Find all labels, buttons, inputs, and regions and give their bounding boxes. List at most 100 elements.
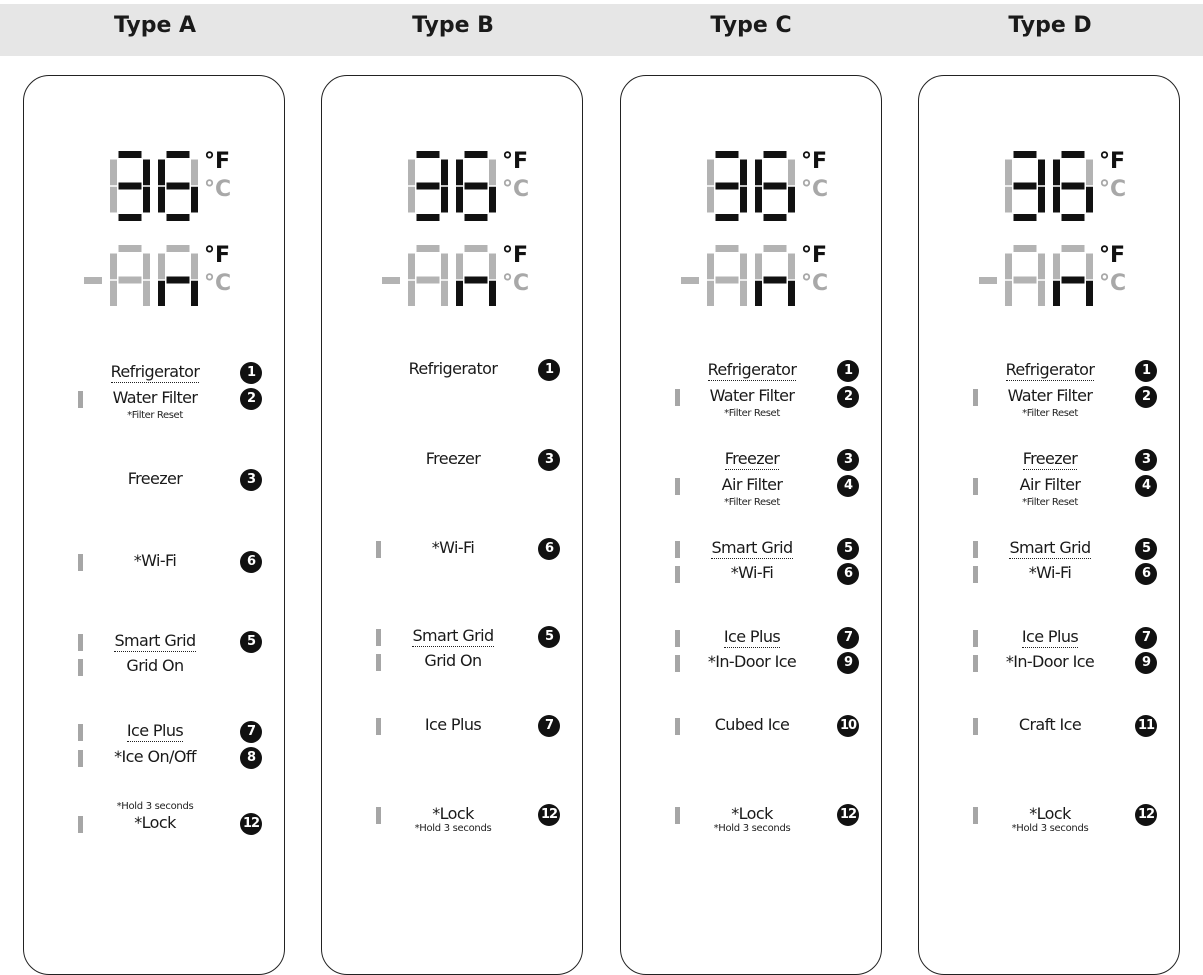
freezer-unit-f: °F <box>1099 243 1125 268</box>
fridge-digit-tens-seg-e <box>1005 186 1012 213</box>
callout-number: 7 <box>240 721 262 743</box>
fridge-digit-ones-seg-d <box>166 214 190 221</box>
freezer-digit-tens-seg-b <box>441 253 448 280</box>
control-label-text: *Lock <box>1029 804 1071 823</box>
freezer-digit-ones-seg-g <box>166 276 190 284</box>
fridge-digit-tens-seg-d <box>715 214 739 221</box>
fridge-digit-ones-seg-d <box>763 214 787 221</box>
control-label-text: Craft Ice <box>1018 715 1082 734</box>
control-label: Freezer <box>950 449 1150 470</box>
freezer-digit-tens-seg-g <box>416 276 440 284</box>
freezer-digit-ones-seg-e <box>158 280 165 306</box>
control-label: *Ice On/Off <box>55 747 255 766</box>
control-label: Freezer <box>55 469 255 488</box>
control-row: *Ice On/Off 8 <box>24 747 286 771</box>
control-label: Water Filter <box>55 388 255 407</box>
control-row: *In-Door Ice 9 <box>919 652 1181 676</box>
fridge-digit-ones-seg-b <box>788 159 795 186</box>
freezer-digit-tens-seg-c <box>1038 280 1045 306</box>
control-row: *Wi-Fi 6 <box>24 551 286 575</box>
control-row: Ice Plus 7 <box>621 627 883 651</box>
control-label-text: Smart Grid <box>711 538 793 559</box>
fridge-digit-tens-seg-c <box>1038 186 1045 213</box>
freezer-digit-tens-seg-a <box>416 245 440 252</box>
control-panel: °F °C °F °C Refrigerator 1 Water Filter *Filter… <box>918 75 1180 975</box>
freezer-digit-ones-seg-g <box>1061 276 1085 284</box>
callout-number: 7 <box>538 715 560 737</box>
callout-number: 2 <box>240 388 262 410</box>
freezer-digit-tens-seg-f <box>110 253 117 280</box>
control-row: Refrigerator 1 <box>919 360 1181 384</box>
control-label-text: *Ice On/Off <box>114 747 196 766</box>
fridge-digit-ones-seg-g <box>1061 182 1085 190</box>
freezer-minus-sign <box>979 277 997 284</box>
fridge-digit-tens-seg-a <box>416 151 440 158</box>
callout-number: 3 <box>837 449 859 471</box>
control-row: Smart Grid 5 <box>24 631 286 655</box>
control-row: Smart Grid 5 <box>322 626 584 650</box>
fridge-digit-ones-seg-c <box>191 186 198 213</box>
control-panel: °F °C °F °C Refrigerator 1 Freezer 3 *Wi-Fi 6 Smar… <box>321 75 583 975</box>
control-label-text: *Lock <box>134 813 176 832</box>
freezer-digit-tens-seg-a <box>1013 245 1037 252</box>
freezer-digit-ones-seg-g <box>464 276 488 284</box>
control-label-text: *Wi-Fi <box>1028 563 1072 582</box>
control-label-text: Cubed Ice <box>714 715 790 734</box>
control-label: Air Filter <box>950 475 1150 494</box>
filter-reset-note: *Filter Reset <box>724 408 780 419</box>
control-label: Water Filter <box>652 386 852 405</box>
callout-number: 1 <box>240 362 262 384</box>
control-row: Ice Plus 7 <box>24 721 286 745</box>
control-label-text: Freezer <box>127 469 183 488</box>
hold-note: *Hold 3 seconds <box>1011 823 1089 834</box>
temperature-display: °F °C °F °C <box>979 149 1126 306</box>
control-label-text: *In-Door Ice <box>707 652 797 671</box>
freezer-unit-c: °C <box>1099 271 1126 296</box>
control-label: *Wi-Fi <box>652 563 852 582</box>
fridge-digit-tens-seg-b <box>740 159 747 186</box>
fridge-digit-ones-seg-b <box>191 159 198 186</box>
control-label: Craft Ice <box>950 715 1150 734</box>
fridge-digit-tens-seg-a <box>715 151 739 158</box>
control-label-text: *Wi-Fi <box>431 538 475 557</box>
freezer-digit-ones-seg-e <box>755 280 762 306</box>
callout-number: 4 <box>1135 475 1157 497</box>
callout-number: 5 <box>1135 538 1157 560</box>
temperature-display: °F °C °F °C <box>382 149 529 306</box>
freezer-digit-ones-seg-f <box>456 253 463 280</box>
hold-note: *Hold 3 seconds <box>116 801 194 812</box>
control-label-text: *Lock <box>731 804 773 823</box>
fridge-digit-ones-seg-e <box>755 186 762 213</box>
control-label: Refrigerator <box>950 360 1150 381</box>
panel-title: Type D <box>1008 13 1092 38</box>
fridge-digit-tens-seg-d <box>118 214 142 221</box>
control-label-text: *Wi-Fi <box>730 563 774 582</box>
control-label: Grid On <box>353 651 553 670</box>
fridge-digit-tens-seg-b <box>441 159 448 186</box>
fridge-digit-ones-seg-f <box>755 159 762 186</box>
freezer-unit-c: °C <box>801 271 828 296</box>
control-panel: °F °C °F °C Refrigerator 1 Water Filter *Filter… <box>23 75 285 975</box>
fridge-digit-ones-seg-c <box>1086 186 1093 213</box>
fridge-digit-ones-seg-b <box>1086 159 1093 186</box>
control-panel: °F °C °F °C Refrigerator 1 Water Filter *Filter… <box>620 75 882 975</box>
callout-number: 5 <box>240 631 262 653</box>
freezer-digit-ones-seg-a <box>464 245 488 252</box>
control-row: Smart Grid 5 <box>919 538 1181 562</box>
fridge-digit-ones-seg-f <box>158 159 165 186</box>
control-label: Ice Plus <box>55 721 255 742</box>
control-label-text: Ice Plus <box>723 627 781 648</box>
control-label: Grid On <box>55 656 255 675</box>
control-label-text: *Lock <box>432 804 474 823</box>
control-row: Ice Plus 7 <box>322 715 584 739</box>
fridge-digit-tens-seg-g <box>118 182 142 190</box>
freezer-digit-tens-seg-e <box>408 280 415 306</box>
freezer-digit-tens-seg-a <box>118 245 142 252</box>
filter-reset-note: *Filter Reset <box>127 410 183 421</box>
fridge-digit-tens-seg-a <box>118 151 142 158</box>
fridge-digit-tens-seg-b <box>143 159 150 186</box>
control-row: Grid On <box>322 651 584 675</box>
callout-number: 1 <box>1135 360 1157 382</box>
freezer-digit-tens-seg-f <box>707 253 714 280</box>
control-label-text: Water Filter <box>112 388 198 407</box>
